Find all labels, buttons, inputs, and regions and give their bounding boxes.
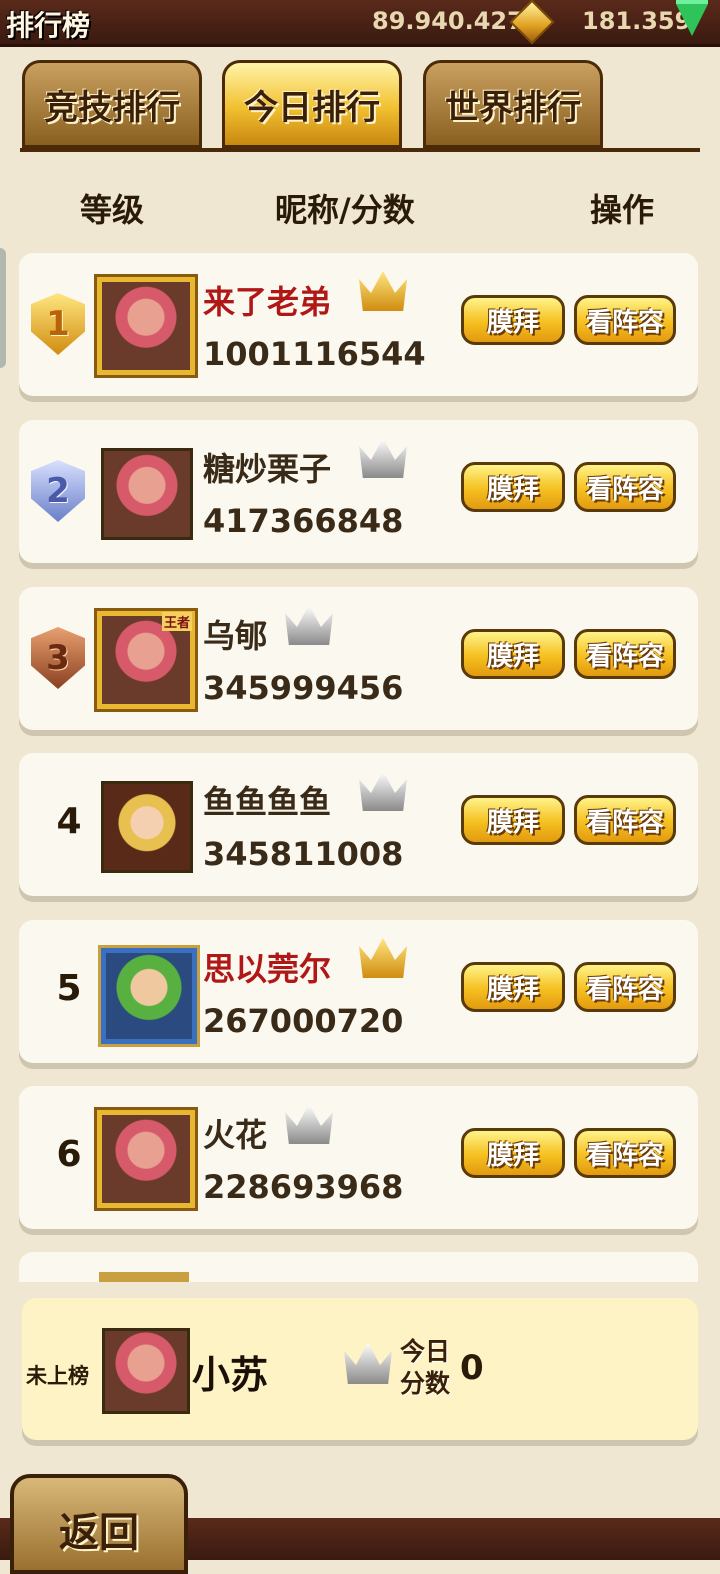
rank-number: 5 (56, 968, 82, 1009)
worship-button[interactable]: 膜拜 (461, 962, 565, 1012)
header-name-score: 昵称/分数 (275, 191, 415, 229)
crown-icon (359, 271, 407, 311)
player-name: 来了老弟 (203, 283, 332, 321)
crown-icon (359, 438, 407, 478)
rank-badge-silver: 2 (31, 460, 85, 522)
ranking-row: 4 鱼鱼鱼鱼 345811008 膜拜 看阵容 (19, 753, 698, 896)
player-score: 1001116544 (203, 335, 426, 373)
rank-badge-bronze: 3 (31, 627, 85, 689)
crown-icon (285, 605, 333, 645)
player-name: 火花 (203, 1116, 268, 1154)
player-score: 228693968 (203, 1168, 404, 1206)
rank-number: 4 (56, 801, 82, 842)
avatar[interactable] (101, 781, 193, 873)
page-title: 排行榜 (6, 9, 91, 42)
header-action: 操作 (590, 191, 655, 229)
today-score-label: 今日 分数 (400, 1337, 451, 1398)
view-lineup-button[interactable]: 看阵容 (574, 795, 676, 845)
avatar[interactable] (101, 948, 197, 1044)
avatar[interactable] (97, 277, 195, 375)
player-score: 267000720 (203, 1002, 404, 1040)
player-score: 345811008 (203, 835, 404, 873)
worship-button[interactable]: 膜拜 (461, 629, 565, 679)
tab-divider (20, 148, 700, 152)
tab-today-ranking[interactable]: 今日排行 (222, 60, 402, 148)
worship-button[interactable]: 膜拜 (461, 1128, 565, 1178)
avatar[interactable]: 王者 (97, 611, 195, 709)
avatar[interactable] (97, 1110, 195, 1208)
view-lineup-button[interactable]: 看阵容 (574, 295, 676, 345)
crown-icon (344, 1342, 392, 1384)
self-rank-label: 未上榜 (26, 1364, 89, 1388)
ranking-row-partial (19, 1252, 698, 1282)
view-lineup-button[interactable]: 看阵容 (574, 1128, 676, 1178)
player-score: 417366848 (203, 502, 404, 540)
self-avatar[interactable] (102, 1328, 190, 1414)
ranking-row: 5 思以莞尔 267000720 膜拜 看阵容 (19, 920, 698, 1063)
worship-button[interactable]: 膜拜 (461, 462, 565, 512)
ranking-row: 2 糖炒栗子 417366848 膜拜 看阵容 (19, 420, 698, 563)
player-name: 乌郇 (203, 617, 268, 655)
self-name: 小苏 (192, 1353, 269, 1397)
avatar[interactable] (101, 448, 193, 540)
player-score: 345999456 (203, 669, 404, 707)
view-lineup-button[interactable]: 看阵容 (574, 629, 676, 679)
edge-handle (0, 248, 6, 368)
player-name: 糖炒栗子 (203, 450, 332, 488)
crown-icon (359, 938, 407, 978)
partial-avatar-frame (99, 1272, 189, 1282)
tab-arena-ranking[interactable]: 竞技排行 (22, 60, 202, 148)
header-level: 等级 (80, 191, 145, 229)
view-lineup-button[interactable]: 看阵容 (574, 962, 676, 1012)
ranking-row: 1 来了老弟 1001116544 膜拜 看阵容 (19, 253, 698, 396)
worship-button[interactable]: 膜拜 (461, 295, 565, 345)
self-score: 0 (460, 1348, 484, 1388)
gold-amount: 89.940.427 (372, 7, 524, 35)
tab-world-ranking[interactable]: 世界排行 (423, 60, 603, 148)
my-ranking-bar: 未上榜 小苏 今日 分数 0 (22, 1298, 698, 1440)
crown-icon (359, 771, 407, 811)
ranking-row: 6 火花 228693968 膜拜 看阵容 (19, 1086, 698, 1229)
gem-amount: 181.359 (582, 7, 692, 35)
crown-icon (285, 1104, 333, 1144)
ranking-row: 3 王者 乌郇 345999456 膜拜 看阵容 (19, 587, 698, 730)
worship-button[interactable]: 膜拜 (461, 795, 565, 845)
view-lineup-button[interactable]: 看阵容 (574, 462, 676, 512)
avatar-frame-label: 王者 (161, 612, 192, 631)
rank-number: 6 (56, 1134, 82, 1175)
gem-icon (676, 0, 708, 36)
back-button[interactable]: 返回 (10, 1474, 188, 1574)
player-name: 思以莞尔 (203, 950, 332, 988)
rank-badge-gold: 1 (31, 293, 85, 355)
top-bar: 排行榜 89.940.427 181.359 (0, 0, 720, 47)
player-name: 鱼鱼鱼鱼 (203, 783, 332, 821)
